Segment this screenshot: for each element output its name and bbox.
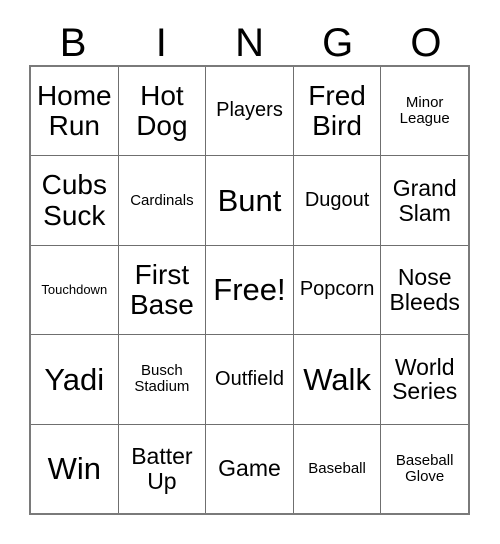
- bingo-cell-label: Fred Bird: [308, 79, 366, 142]
- bingo-cell-g1[interactable]: Fred Bird: [293, 67, 382, 156]
- bingo-cell-i3[interactable]: First Base: [118, 245, 207, 335]
- bingo-cell-label: Bunt: [217, 182, 282, 218]
- bingo-cell-label: Batter Up: [131, 443, 193, 494]
- bingo-cell-o2[interactable]: Grand Slam: [381, 156, 468, 245]
- bingo-cell-label: Popcorn: [299, 278, 375, 301]
- bingo-cell-n5[interactable]: Game: [206, 424, 294, 514]
- bingo-header-letter-b: B: [59, 21, 87, 65]
- bingo-cell-label: Nose Bleeds: [389, 264, 460, 316]
- bingo-cell-label: Walk: [303, 361, 371, 397]
- bingo-cell-n4[interactable]: Outfield: [206, 335, 294, 424]
- bingo-cell-b4[interactable]: Yadi: [31, 335, 119, 424]
- bingo-cell-o4[interactable]: World Series: [381, 335, 468, 424]
- bingo-cell-b2[interactable]: Cubs Suck: [31, 156, 119, 245]
- bingo-header: B I N G O: [29, 16, 470, 64]
- bingo-row: Touchdown First Base Free! Popcorn Nose …: [31, 245, 468, 336]
- bingo-cell-label: Busch Stadium: [134, 362, 190, 396]
- bingo-cell-label: Players: [216, 99, 283, 122]
- bingo-cell-o1[interactable]: Minor League: [381, 67, 468, 156]
- bingo-header-letter-o: O: [410, 21, 442, 65]
- bingo-cell-label: Baseball: [308, 459, 366, 477]
- bingo-cell-o5[interactable]: Baseball Glove: [381, 424, 468, 514]
- bingo-cell-label: Baseball Glove: [395, 451, 454, 485]
- bingo-header-letter-i: I: [155, 21, 167, 65]
- bingo-cell-label: Win: [47, 451, 101, 487]
- bingo-cell-b3[interactable]: Touchdown: [31, 245, 119, 335]
- bingo-cell-label: World Series: [392, 353, 458, 405]
- bingo-cell-i1[interactable]: Hot Dog: [118, 67, 207, 156]
- bingo-row: Yadi Busch Stadium Outfield Walk World S…: [31, 335, 468, 425]
- bingo-free-label: Free!: [213, 272, 286, 308]
- bingo-cell-free-space[interactable]: Free!: [206, 245, 294, 335]
- bingo-cell-g5[interactable]: Baseball: [293, 424, 382, 514]
- bingo-cell-i2[interactable]: Cardinals: [118, 156, 207, 245]
- bingo-header-letter-g: G: [322, 21, 354, 65]
- bingo-row: Win Batter Up Game Baseball Baseball Glo…: [31, 424, 468, 514]
- bingo-card: B I N G O Home Run Hot Dog Players Fred …: [0, 0, 500, 544]
- bingo-cell-b5[interactable]: Win: [31, 424, 119, 514]
- bingo-cell-label: Cardinals: [130, 191, 194, 209]
- bingo-cell-i5[interactable]: Batter Up: [118, 424, 207, 514]
- bingo-cell-label: Hot Dog: [136, 79, 188, 142]
- bingo-cell-g2[interactable]: Dugout: [293, 156, 382, 245]
- bingo-cell-label: First Base: [129, 258, 194, 321]
- bingo-cell-label: Home Run: [36, 79, 112, 142]
- bingo-cell-label: Minor League: [399, 94, 450, 128]
- bingo-cell-label: Cubs Suck: [41, 169, 107, 231]
- bingo-cell-i4[interactable]: Busch Stadium: [118, 335, 207, 424]
- bingo-cell-g3[interactable]: Popcorn: [293, 245, 382, 335]
- bingo-row: Home Run Hot Dog Players Fred Bird Minor…: [31, 67, 468, 157]
- bingo-cell-o3[interactable]: Nose Bleeds: [381, 245, 468, 335]
- bingo-grid: Home Run Hot Dog Players Fred Bird Minor…: [29, 65, 470, 515]
- bingo-cell-b1[interactable]: Home Run: [31, 67, 119, 156]
- bingo-cell-n2[interactable]: Bunt: [206, 156, 294, 245]
- bingo-cell-label: Touchdown: [41, 282, 108, 297]
- bingo-cell-label: Grand Slam: [392, 174, 457, 226]
- bingo-cell-n1[interactable]: Players: [206, 67, 294, 156]
- bingo-cell-label: Yadi: [44, 361, 105, 397]
- bingo-cell-label: Outfield: [215, 367, 284, 390]
- bingo-row: Cubs Suck Cardinals Bunt Dugout Grand Sl…: [31, 156, 468, 246]
- bingo-header-letter-n: N: [235, 21, 264, 65]
- bingo-cell-label: Game: [218, 455, 281, 482]
- bingo-cell-label: Dugout: [304, 188, 370, 211]
- bingo-cell-g4[interactable]: Walk: [293, 335, 382, 424]
